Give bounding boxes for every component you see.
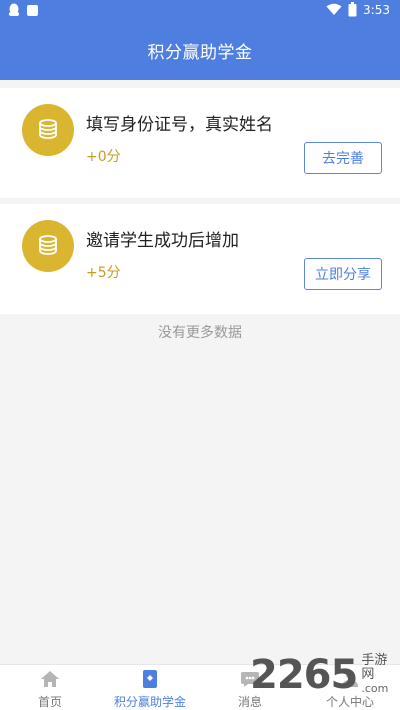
tab-label: 消息: [237, 695, 262, 709]
share-now-button[interactable]: 立即分享: [304, 258, 382, 290]
page-title: 积分赢助学金: [147, 43, 253, 63]
tab-home[interactable]: 首页: [0, 665, 100, 710]
task-title: 邀请学生成功后增加: [86, 231, 239, 251]
notification-icon: [27, 5, 38, 16]
coin-stack-icon: [22, 220, 74, 272]
status-left-icons: [8, 3, 39, 17]
status-right: 3:53: [326, 2, 390, 17]
tab-profile[interactable]: 个人中心: [300, 665, 400, 710]
no-more-data-text: 没有更多数据: [158, 325, 242, 341]
tab-label: 首页: [37, 695, 62, 709]
qq-icon: [9, 3, 19, 16]
task-title: 填写身份证号，真实姓名: [86, 115, 273, 135]
battery-icon: [348, 2, 357, 17]
task-points: +5分: [86, 265, 121, 281]
profile-icon: [339, 669, 361, 689]
status-bar: 3:53: [0, 0, 400, 22]
status-time: 3:53: [363, 2, 390, 17]
points-icon: [139, 669, 161, 689]
bottom-tab-bar: 首页 积分赢助学金 消息 个人中心: [0, 664, 400, 710]
task-points: +0分: [86, 149, 121, 165]
header: 3:53 积分赢助学金: [0, 0, 400, 80]
message-icon: [239, 669, 261, 689]
tab-label: 个人中心: [325, 695, 374, 709]
complete-info-button[interactable]: 去完善: [304, 142, 382, 174]
coin-stack-icon: [22, 104, 74, 156]
task-card: 填写身份证号，真实姓名 +0分 去完善: [0, 88, 400, 198]
tab-label: 积分赢助学金: [113, 695, 186, 709]
wifi-icon: [326, 3, 342, 15]
tab-points[interactable]: 积分赢助学金: [100, 665, 200, 710]
home-icon: [39, 669, 61, 689]
tab-messages[interactable]: 消息: [200, 665, 300, 710]
task-card: 邀请学生成功后增加 +5分 立即分享: [0, 204, 400, 314]
